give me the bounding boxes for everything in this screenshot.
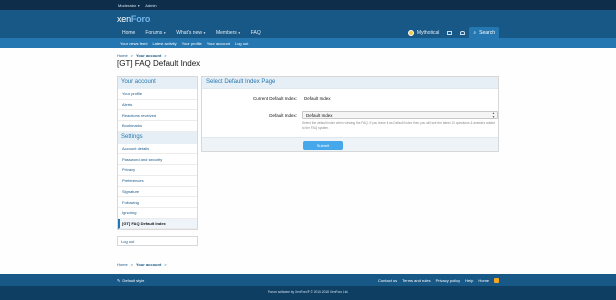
footer-home[interactable]: Home: [478, 278, 489, 283]
chevron-down-icon[interactable]: ▼: [203, 31, 206, 35]
account-sidebar: Your account Your profile Alerts Reactio…: [117, 76, 198, 231]
breadcrumb-separator: >: [130, 262, 134, 267]
sidebar-item-alerts[interactable]: Alerts: [118, 100, 197, 111]
select-value: Default Index: [306, 112, 333, 118]
breadcrumb-bottom: Home > Your account >: [117, 262, 167, 267]
sidebar-settings-heading: Settings: [118, 131, 197, 144]
sidebar-item-ignoring[interactable]: Ignoring: [118, 208, 197, 219]
form-submit-row: Submit: [202, 137, 498, 151]
current-default-index-label: Current Default Index:: [252, 96, 297, 101]
bell-icon: [460, 30, 466, 35]
site-header: xenForo: [0, 10, 616, 27]
nav-user-area: Mythotical ⌕ Search: [404, 27, 499, 38]
sidebar-heading: Your account: [118, 77, 197, 89]
breadcrumb: Home > Your account >: [117, 53, 167, 58]
sidebar-logout[interactable]: Log out: [117, 236, 198, 246]
sidebar-item-signature[interactable]: Signature: [118, 187, 197, 198]
nav-members[interactable]: Members ▼: [211, 27, 246, 38]
sidebar-item-reactions[interactable]: Reactions received: [118, 110, 197, 122]
subnav-news-feed[interactable]: Your news feed: [120, 41, 147, 46]
breadcrumb-separator: >: [130, 53, 134, 58]
user-menu[interactable]: Mythotical: [404, 27, 444, 38]
moderator-link[interactable]: Moderator▼: [118, 3, 140, 8]
breadcrumb-current[interactable]: Your account: [136, 262, 161, 267]
sidebar-item-faq-default-index[interactable]: [GT] FAQ Default Index: [118, 218, 197, 230]
subnav-your-profile[interactable]: Your profile: [182, 41, 202, 46]
default-index-form: Select Default Index Page Current Defaul…: [201, 76, 499, 152]
nav-faq[interactable]: FAQ: [246, 27, 266, 38]
footer-terms[interactable]: Terms and rules: [402, 278, 430, 283]
nav-home[interactable]: Home: [117, 27, 140, 38]
chevron-down-icon[interactable]: ▼: [163, 31, 166, 35]
sidebar-item-bookmarks[interactable]: Bookmarks: [118, 121, 197, 132]
sub-nav: Your news feed Latest activity Your prof…: [0, 38, 616, 48]
search-icon: ⌕: [473, 29, 477, 36]
staff-bar: Moderator▼ Admin: [0, 0, 616, 10]
search-button[interactable]: ⌕ Search: [469, 27, 499, 38]
copyright-text: Forum software by XenForo® © 2010-2018 X…: [267, 290, 349, 294]
breadcrumb-home[interactable]: Home: [117, 53, 128, 58]
alerts-button[interactable]: [456, 27, 469, 38]
sidebar-item-preferences[interactable]: Preferences: [118, 176, 197, 187]
rss-icon[interactable]: [494, 277, 499, 283]
form-heading: Select Default Index Page: [202, 77, 498, 89]
default-index-label: Default Index:: [269, 113, 297, 118]
subnav-latest-activity[interactable]: Latest activity: [152, 41, 176, 46]
admin-link[interactable]: Admin: [145, 3, 156, 8]
footer-help[interactable]: Help: [465, 278, 473, 283]
sidebar-item-privacy[interactable]: Privacy: [118, 165, 197, 176]
subnav-your-account[interactable]: Your account: [207, 41, 230, 46]
chevron-down-icon: ▼: [137, 3, 141, 8]
sidebar-item-following[interactable]: Following: [118, 197, 197, 208]
default-index-select[interactable]: Default Index ▲ ▼: [302, 111, 498, 119]
envelope-icon: [447, 30, 453, 35]
breadcrumb-separator: >: [164, 262, 167, 267]
conversations-button[interactable]: [443, 27, 456, 38]
sidebar-item-your-profile[interactable]: Your profile: [118, 89, 197, 100]
main-nav: Home Forums ▼ What's new ▼ Members ▼ FAQ My…: [0, 27, 616, 38]
page-title: [GT] FAQ Default Index: [117, 59, 201, 68]
nav-forums[interactable]: Forums ▼: [140, 27, 171, 38]
footer-bar: ✎ Default style Contact us Terms and rul…: [0, 274, 616, 286]
breadcrumb-current[interactable]: Your account: [136, 53, 161, 58]
footer-copyright-bar: Forum software by XenForo® © 2010-2018 X…: [0, 286, 616, 300]
select-arrows-icon: ▲ ▼: [492, 111, 495, 119]
paint-brush-icon: ✎: [117, 277, 121, 283]
breadcrumb-separator: >: [164, 53, 167, 58]
footer-contact-us[interactable]: Contact us: [378, 278, 397, 283]
nav-whats-new[interactable]: What's new ▼: [171, 27, 211, 38]
avatar: [407, 29, 414, 36]
default-index-hint: Select the default index when viewing th…: [302, 121, 495, 130]
current-default-index-value: Default Index: [304, 96, 331, 101]
submit-button[interactable]: Submit: [303, 141, 343, 150]
sidebar-item-account-details[interactable]: Account details: [118, 144, 197, 155]
breadcrumb-home[interactable]: Home: [117, 262, 128, 267]
site-logo[interactable]: xenForo: [117, 14, 150, 24]
sidebar-item-password[interactable]: Password and security: [118, 154, 197, 166]
style-chooser[interactable]: ✎ Default style: [117, 278, 144, 283]
footer-privacy[interactable]: Privacy policy: [436, 278, 460, 283]
chevron-down-icon[interactable]: ▼: [238, 31, 241, 35]
subnav-log-out[interactable]: Log out: [235, 41, 248, 46]
footer-links: Contact us Terms and rules Privacy polic…: [378, 277, 499, 283]
